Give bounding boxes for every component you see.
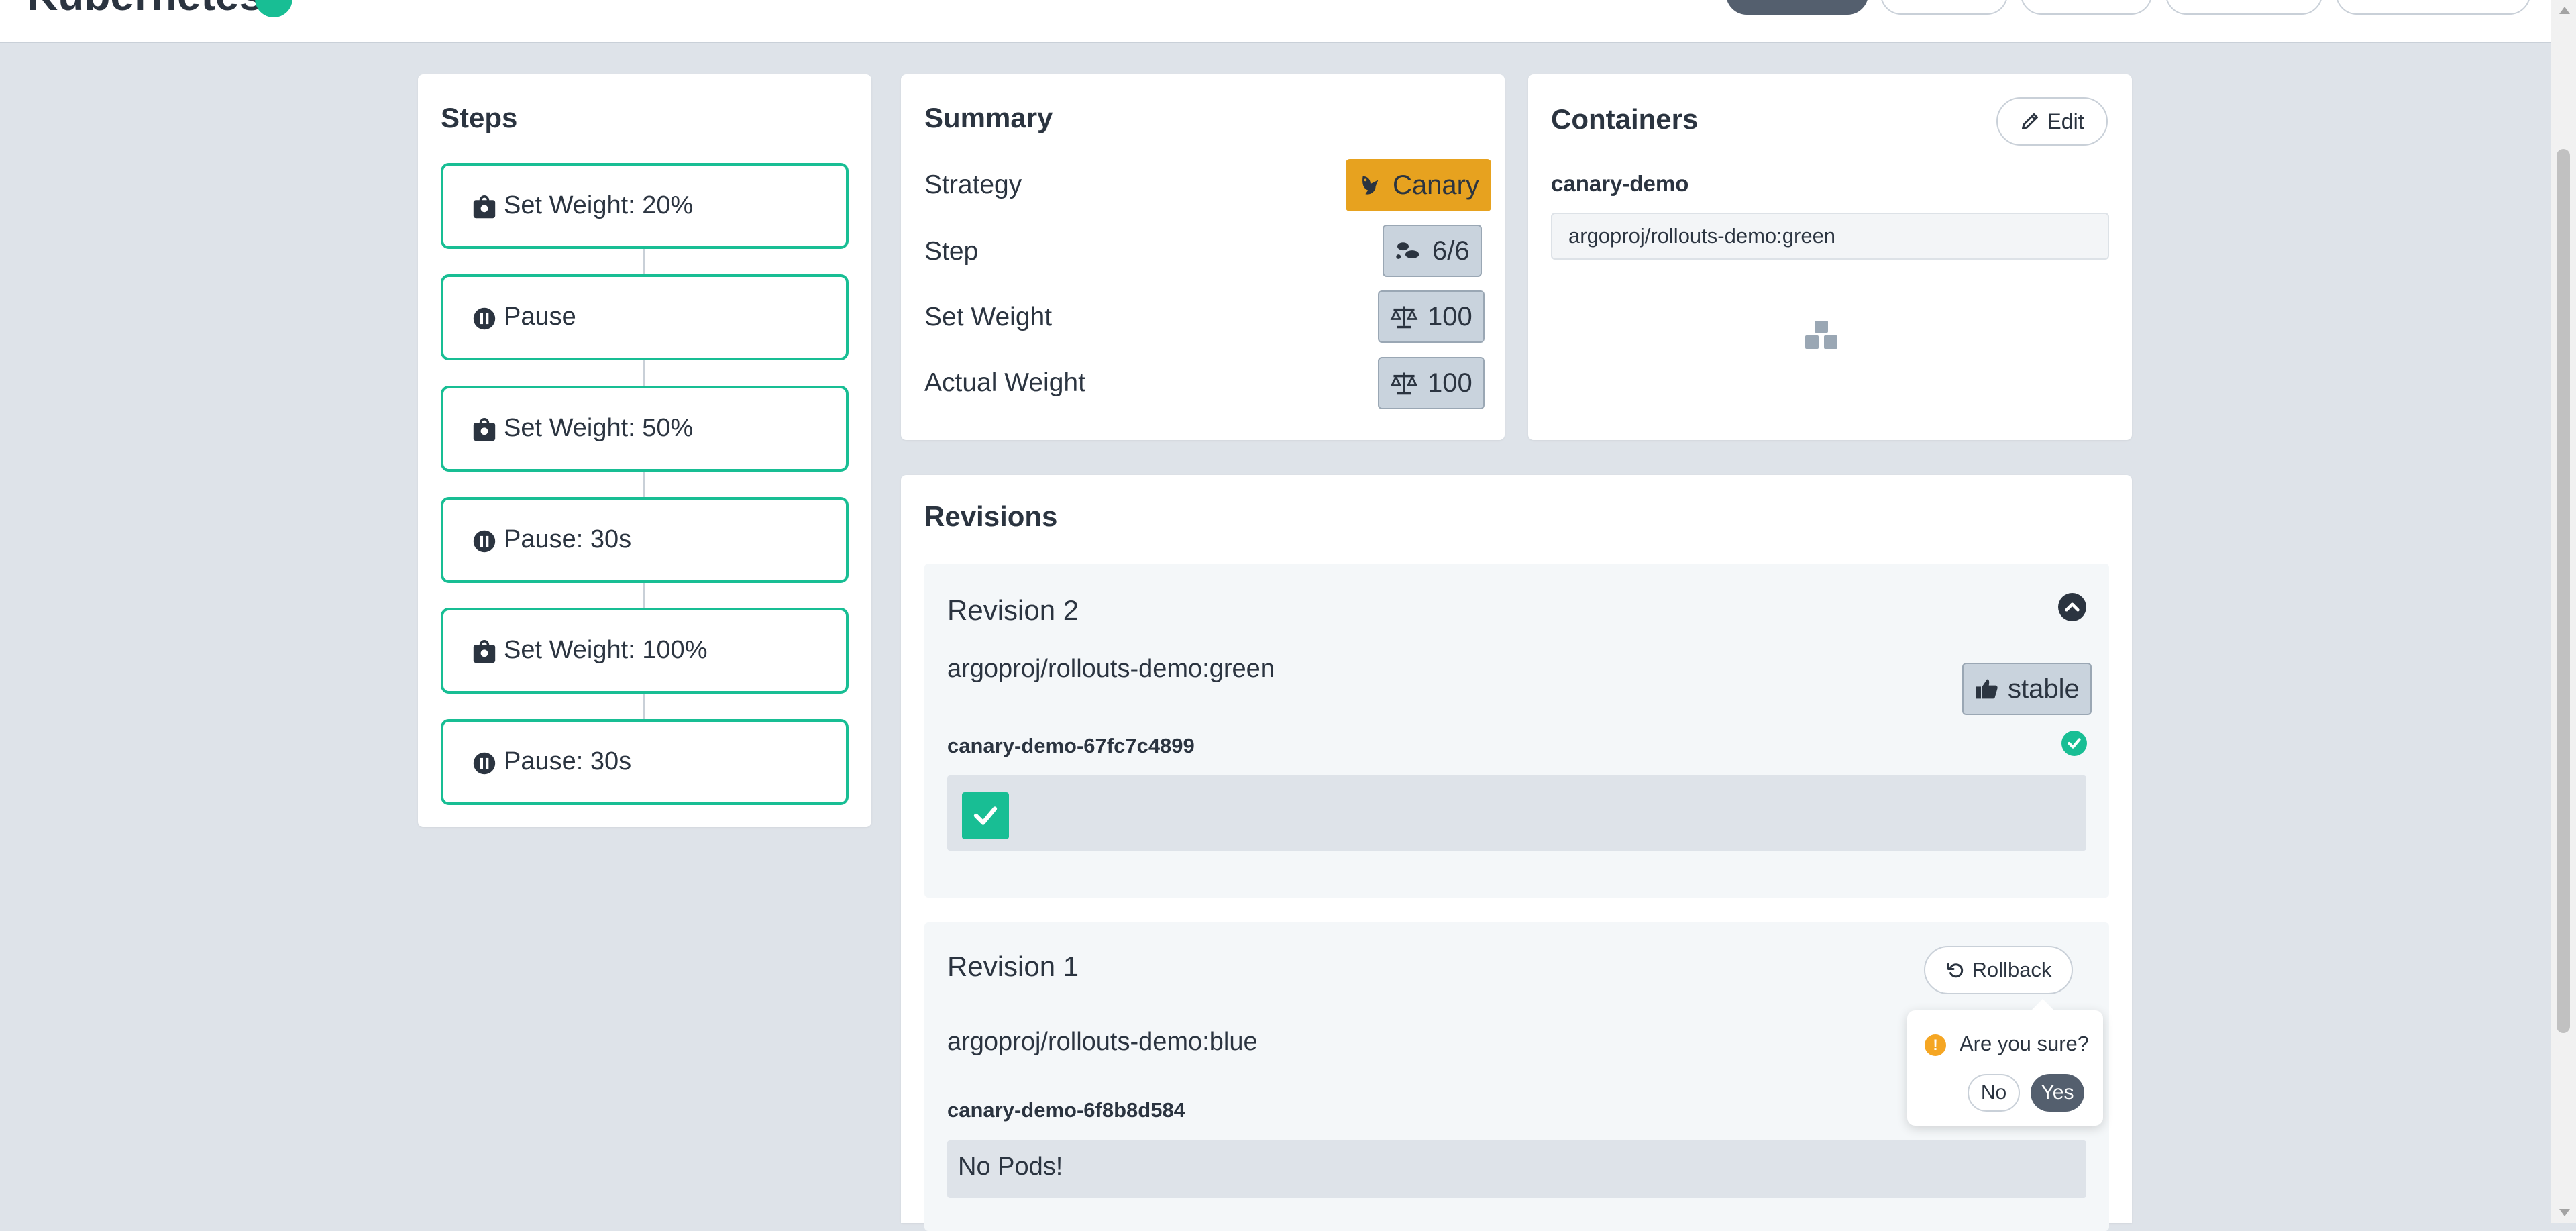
step-label: Pause: 30s xyxy=(504,747,632,775)
steps-title: Steps xyxy=(441,102,518,133)
app-logo: Kubernetes xyxy=(27,0,263,20)
rollback-label: Rollback xyxy=(1972,958,2052,981)
revisions-title: Revisions xyxy=(924,500,1058,532)
header-action-button[interactable] xyxy=(1726,0,1868,15)
header-action-button[interactable] xyxy=(1880,0,2008,15)
strategy-label: Strategy xyxy=(924,170,1022,199)
step-label: Pause xyxy=(504,303,576,331)
header-action-button[interactable] xyxy=(2336,0,2530,15)
header-action-button[interactable] xyxy=(2021,0,2152,15)
top-header: Kubernetes xyxy=(0,0,2551,43)
step-badge: 6/6 xyxy=(1383,225,1482,277)
rollback-confirm-popover: ! Are you sure? No Yes xyxy=(1907,999,2103,1126)
revision-image: argoproj/rollouts-demo:blue xyxy=(947,1028,1258,1056)
edit-label: Edit xyxy=(2047,109,2084,133)
pencil-icon xyxy=(2022,113,2039,129)
page-scrollbar[interactable] xyxy=(2551,0,2576,1223)
step-label: Pause: 30s xyxy=(504,525,632,553)
step-set-weight-100[interactable]: Set Weight: 100% xyxy=(441,608,849,694)
summary-title: Summary xyxy=(924,102,1053,133)
step-set-weight-20[interactable]: Set Weight: 20% xyxy=(441,163,849,249)
step-label: Set Weight: 20% xyxy=(504,191,694,219)
scrollbar-thumb[interactable] xyxy=(2557,149,2570,1033)
scroll-down-arrow-icon[interactable] xyxy=(2559,1209,2570,1216)
step-label: Step xyxy=(924,237,979,266)
collapse-button[interactable] xyxy=(2058,593,2086,621)
set-weight-badge: 100 xyxy=(1378,290,1485,343)
step-set-weight-50[interactable]: Set Weight: 50% xyxy=(441,386,849,472)
containers-panel: Containers Edit canary-demo xyxy=(1528,74,2132,440)
cubes-icon xyxy=(1805,321,1837,349)
revision-card: Revision 2 argoproj/rollouts-demo:green … xyxy=(924,564,2109,898)
balance-scale-icon xyxy=(1390,306,1418,329)
edit-button[interactable]: Edit xyxy=(1996,97,2108,146)
confirm-message: Are you sure? xyxy=(1960,1032,2089,1055)
confirm-yes-button[interactable]: Yes xyxy=(2031,1074,2084,1112)
set-weight-label: Set Weight xyxy=(924,303,1053,331)
footsteps-icon xyxy=(1396,242,1419,259)
warning-icon: ! xyxy=(1925,1034,1946,1056)
balance-scale-icon xyxy=(1390,372,1418,395)
step-pause-30s[interactable]: Pause: 30s xyxy=(441,719,849,805)
thumbs-up-icon xyxy=(1976,679,1998,699)
actual-weight-value: 100 xyxy=(1428,368,1472,398)
steps-panel: Steps Set Weight: 20% Pause Set Weight: … xyxy=(418,74,871,827)
weight-icon xyxy=(473,195,496,219)
step-label: Set Weight: 100% xyxy=(504,636,708,664)
set-weight-value: 100 xyxy=(1428,301,1472,331)
container-name: canary-demo xyxy=(1551,171,1689,196)
step-pause[interactable]: Pause xyxy=(441,274,849,360)
scroll-up-arrow-icon[interactable] xyxy=(2559,7,2570,14)
pods-container xyxy=(947,775,2086,851)
header-action-button[interactable] xyxy=(2165,0,2322,15)
pods-container: No Pods! xyxy=(947,1140,2086,1198)
strategy-value: Canary xyxy=(1393,170,1479,200)
revision-image: argoproj/rollouts-demo:green xyxy=(947,655,1275,683)
step-label: Set Weight: 50% xyxy=(504,414,694,442)
check-icon xyxy=(973,806,998,825)
actual-weight-badge: 100 xyxy=(1378,357,1485,409)
canary-bird-icon xyxy=(1362,176,1379,195)
revision-title: Revision 1 xyxy=(947,951,1079,982)
stable-badge: stable xyxy=(1962,663,2092,715)
chevron-up-icon xyxy=(2065,602,2080,612)
container-image-input[interactable] xyxy=(1551,213,2109,260)
weight-icon xyxy=(473,418,496,441)
step-value: 6/6 xyxy=(1432,235,1470,266)
step-pause-30s[interactable]: Pause: 30s xyxy=(441,497,849,583)
replicaset-name: canary-demo-6f8b8d584 xyxy=(947,1098,1185,1122)
actual-weight-label: Actual Weight xyxy=(924,368,1085,397)
containers-title: Containers xyxy=(1551,103,1699,135)
healthy-check-icon xyxy=(2061,731,2087,756)
replicaset-name: canary-demo-67fc7c4899 xyxy=(947,734,1195,757)
strategy-badge: Canary xyxy=(1346,159,1491,211)
summary-panel: Summary Strategy Canary Step 6/6 Set Wei… xyxy=(901,74,1505,440)
stable-label: stable xyxy=(2008,674,2080,704)
revision-title: Revision 2 xyxy=(947,594,1079,626)
pause-icon xyxy=(473,530,496,553)
confirm-no-button[interactable]: No xyxy=(1968,1074,2020,1112)
weight-icon xyxy=(473,640,496,663)
pause-icon xyxy=(473,752,496,775)
no-pods-text: No Pods! xyxy=(958,1153,1063,1181)
pause-icon xyxy=(473,307,496,330)
rollback-button[interactable]: Rollback xyxy=(1924,946,2073,994)
pod-running[interactable] xyxy=(962,792,1009,839)
rollback-icon xyxy=(1947,963,1963,978)
